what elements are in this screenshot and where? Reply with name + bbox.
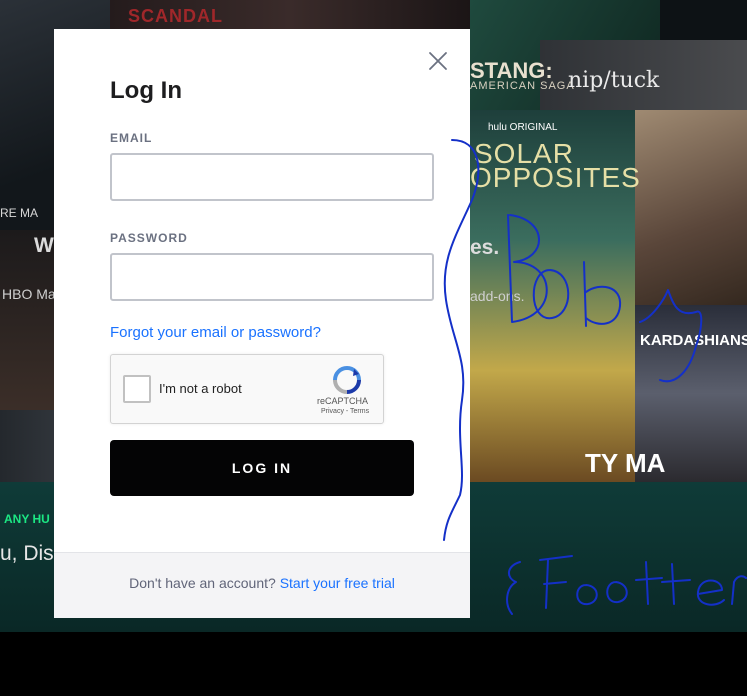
recaptcha-logo-icon [333, 366, 361, 394]
password-label: PASSWORD [110, 231, 188, 245]
poster-title: SCANDAL [128, 6, 223, 26]
email-field[interactable] [110, 153, 434, 201]
hero-headline-right: es. [470, 236, 500, 259]
hero-subtext-right: add-ons. [470, 288, 525, 304]
modal-footer: Don't have an account? Start your free t… [54, 552, 470, 618]
email-label: EMAIL [110, 131, 153, 145]
promo-text: u, Dis [0, 542, 54, 565]
hulu-original-badge: hulu ORIGINAL [488, 122, 558, 133]
free-trial-link[interactable]: Start your free trial [280, 575, 395, 591]
poster-title: TY MA [585, 448, 666, 478]
recaptcha-label: I'm not a robot [159, 381, 242, 396]
footer-line: Don't have an account? Start your free t… [54, 575, 470, 591]
hero-headline-left: W [34, 234, 54, 257]
poster-tile [635, 110, 747, 305]
page-title: Log In [110, 77, 182, 104]
recaptcha-terms[interactable]: Privacy - Terms [321, 408, 369, 415]
poster-title: RE MA [0, 206, 39, 220]
poster-title: nip/tuck [568, 68, 660, 93]
footer-text: Don't have an account? [129, 575, 276, 591]
recaptcha-brand: reCAPTCHA [317, 396, 369, 406]
poster-title: KARDASHIANS [640, 332, 747, 349]
recaptcha-widget: I'm not a robot reCAPTCHA Privacy - Term… [110, 354, 384, 424]
promo-label: ANY HU [4, 512, 50, 526]
password-field[interactable] [110, 253, 434, 301]
login-modal: Log In EMAIL PASSWORD Forgot your email … [54, 29, 470, 618]
forgot-password-link[interactable]: Forgot your email or password? [110, 324, 321, 341]
poster-title: OPPOSITES [470, 162, 641, 193]
hero-subtext-left: HBO Ma [2, 286, 56, 302]
poster-subtitle: AMERICAN SAGA [470, 80, 575, 92]
recaptcha-checkbox[interactable] [123, 375, 151, 403]
login-button[interactable]: LOG IN [110, 440, 414, 496]
close-icon[interactable] [426, 49, 450, 73]
